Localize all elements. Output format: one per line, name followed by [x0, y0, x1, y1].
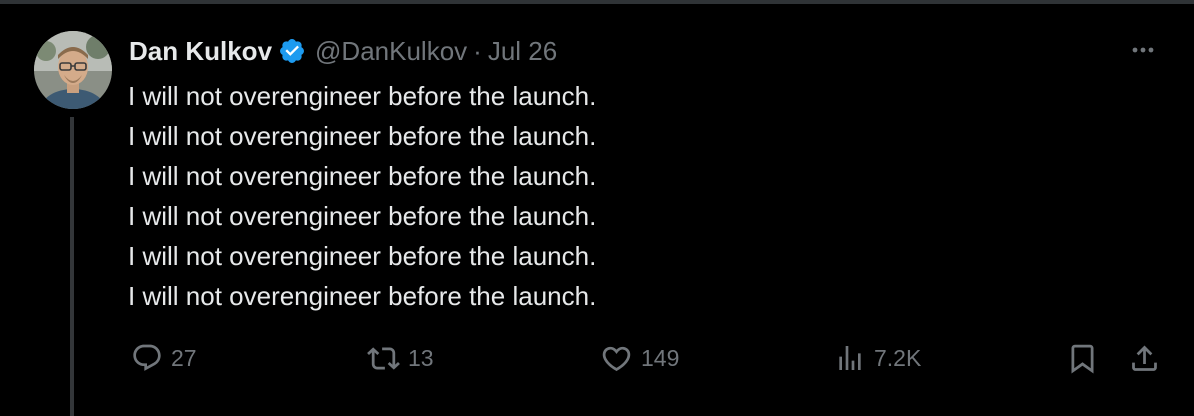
profile-photo: [34, 31, 112, 109]
display-name[interactable]: Dan Kulkov: [129, 36, 272, 67]
tweet-card[interactable]: Dan Kulkov @DanKulkov · Jul 26 I will no…: [0, 0, 1194, 416]
reply-button[interactable]: 27: [131, 338, 197, 378]
tweet-actions: 27 13 149 7.2K: [0, 338, 1194, 378]
views-button[interactable]: 7.2K: [834, 338, 921, 378]
repost-icon: [367, 346, 400, 370]
more-horizontal-icon: [1132, 47, 1154, 53]
separator-dot: ·: [473, 35, 482, 66]
tweet-header: Dan Kulkov @DanKulkov · Jul 26: [129, 34, 557, 68]
more-options-button[interactable]: [1126, 36, 1160, 64]
views-chart-icon: [839, 346, 861, 370]
bookmark-icon: [1071, 344, 1094, 374]
tweet-text-line: I will not overengineer before the launc…: [128, 281, 597, 311]
tweet-text: I will not overengineer before the launc…: [128, 76, 596, 316]
tweet-text-line: I will not overengineer before the launc…: [128, 241, 597, 271]
tweet-date[interactable]: Jul 26: [488, 36, 557, 67]
repost-count: 13: [408, 344, 434, 371]
tweet-text-line: I will not overengineer before the launc…: [128, 121, 597, 151]
view-count: 7.2K: [874, 344, 922, 371]
heart-icon: [602, 346, 631, 371]
tweet-text-line: I will not overengineer before the launc…: [128, 161, 597, 191]
tweet-text-line: I will not overengineer before the launc…: [128, 201, 597, 231]
share-button[interactable]: [1128, 338, 1161, 378]
share-icon: [1132, 345, 1157, 371]
reply-count: 27: [171, 344, 197, 371]
avatar[interactable]: [34, 31, 112, 109]
verified-badge-icon[interactable]: [278, 37, 306, 65]
divider: [0, 0, 1194, 4]
reply-icon: [133, 344, 161, 371]
bookmark-button[interactable]: [1066, 338, 1099, 378]
repost-button[interactable]: 13: [367, 338, 434, 378]
tweet-text-line: I will not overengineer before the launc…: [128, 81, 597, 111]
user-handle[interactable]: @DanKulkov: [315, 36, 467, 67]
like-count: 149: [641, 344, 680, 371]
like-button[interactable]: 149: [600, 338, 679, 378]
